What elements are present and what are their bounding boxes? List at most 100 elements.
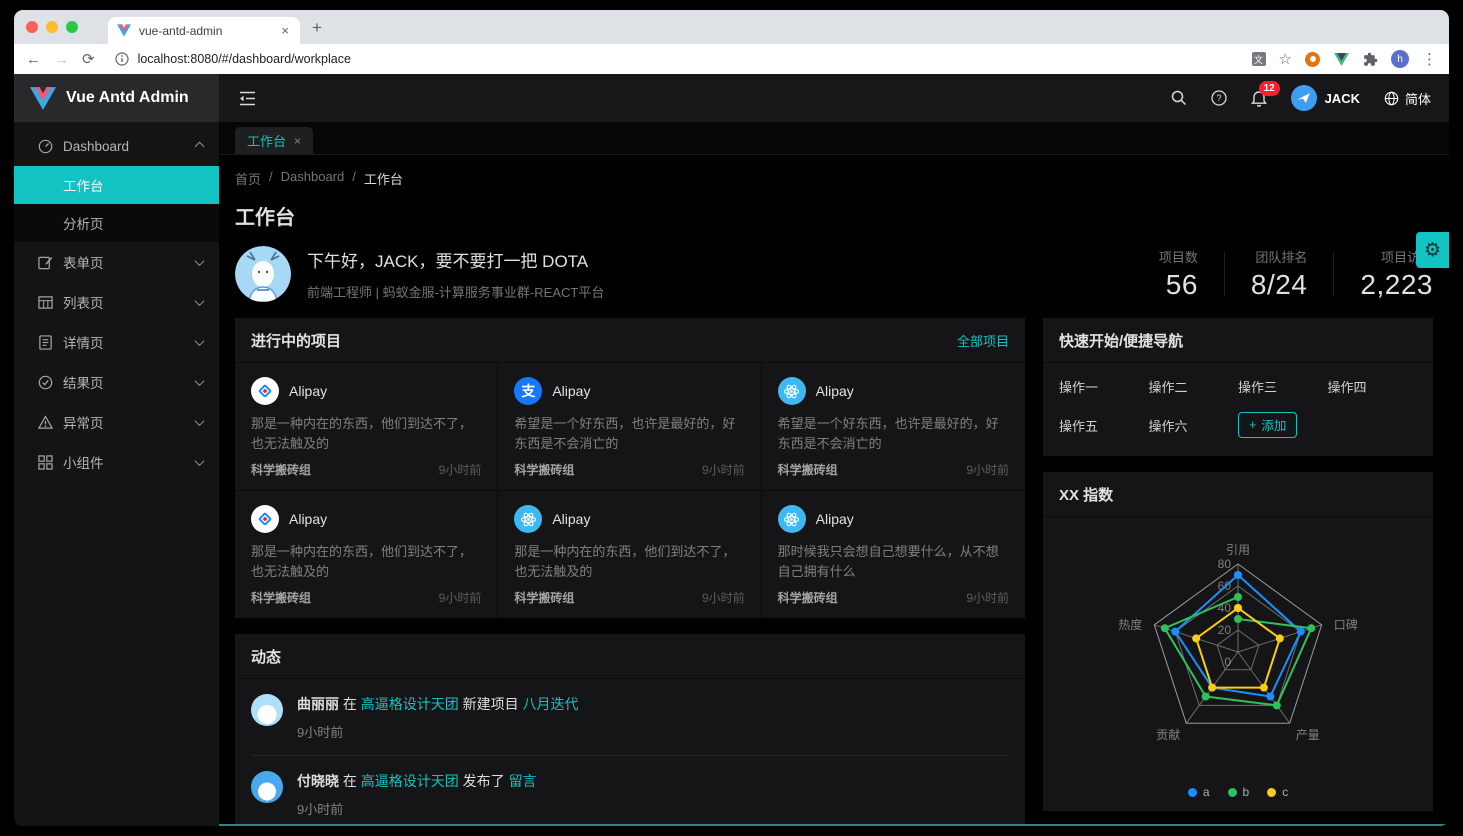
search-icon[interactable] (1171, 90, 1187, 106)
feed-target-link[interactable]: 留言 (509, 773, 537, 789)
vue-favicon (116, 23, 132, 39)
address-bar[interactable]: localhost:8080/#/dashboard/workplace (114, 51, 1239, 67)
extension-icon[interactable] (1305, 52, 1320, 67)
project-desc: 那时候我只会想自己想要什么，从不想自己拥有什么 (778, 542, 1009, 582)
project-title: Alipay (289, 383, 327, 399)
svg-text:口碑: 口碑 (1334, 617, 1358, 632)
vue-devtools-icon[interactable] (1333, 51, 1349, 67)
stat-team-rank: 团队排名 8/24 (1251, 247, 1308, 301)
legend-label: c (1282, 785, 1288, 799)
feed-avatar (251, 771, 283, 803)
user-avatar (1291, 85, 1317, 111)
legend-label: b (1243, 785, 1250, 799)
sidebar-item-list[interactable]: 列表页 (14, 282, 219, 322)
quicknav-link-1[interactable]: 操作一 (1059, 377, 1149, 396)
legend-dot (1267, 788, 1276, 797)
sidebar-item-label: 异常页 (63, 412, 104, 432)
project-group-link[interactable]: 科学搬砖组 (514, 589, 574, 606)
sidebar-item-form[interactable]: 表单页 (14, 242, 219, 282)
browser-tab[interactable]: vue-antd-admin × (108, 17, 300, 44)
add-button-label: 添加 (1261, 415, 1286, 434)
menu-fold-icon[interactable] (239, 91, 256, 106)
atom-logo-icon (778, 505, 806, 533)
project-card[interactable]: Alipay 那是一种内在的东西，他们到达不了，也无法触及的 科学搬砖组 9小时… (498, 491, 761, 618)
new-tab-button[interactable]: + (312, 19, 322, 36)
project-card[interactable]: Alipay 那是一种内在的东西，他们到达不了，也无法触及的 科学搬砖组 9小时… (235, 363, 498, 491)
translate-icon[interactable]: 文 (1252, 52, 1266, 66)
notifications-bell-icon[interactable]: 12 (1251, 90, 1267, 107)
back-icon[interactable]: ← (26, 52, 41, 67)
sidebar-item-widgets[interactable]: 小组件 (14, 442, 219, 482)
chevron-down-icon (195, 256, 205, 266)
quicknav-link-2[interactable]: 操作二 (1149, 377, 1239, 396)
legend-item-c[interactable]: c (1267, 785, 1288, 799)
zoom-window-button[interactable] (66, 21, 78, 33)
project-time: 9小时前 (966, 589, 1009, 606)
sidebar-item-analysis[interactable]: 分析页 (14, 204, 219, 242)
project-group-link[interactable]: 科学搬砖组 (251, 589, 311, 606)
stat-value: 8/24 (1251, 269, 1308, 301)
extensions-puzzle-icon[interactable] (1362, 51, 1378, 67)
minimize-window-button[interactable] (46, 21, 58, 33)
sidebar-item-workplace[interactable]: 工作台 (14, 166, 219, 204)
tab-close-icon[interactable]: × (294, 134, 301, 148)
quicknav-title: 快速开始/便捷导航 (1059, 330, 1183, 351)
project-card[interactable]: Alipay 希望是一个好东西，也许是最好的，好东西是不会消亡的 科学搬砖组 9… (762, 363, 1025, 491)
all-projects-link[interactable]: 全部项目 (957, 331, 1009, 350)
atom-logo-icon (778, 377, 806, 405)
sidebar-item-dashboard[interactable]: Dashboard (14, 126, 219, 166)
language-label: 简体 (1405, 89, 1431, 108)
breadcrumb-home[interactable]: 首页 (235, 169, 261, 188)
quicknav-link-4[interactable]: 操作四 (1328, 377, 1418, 396)
feed-group-link[interactable]: 高逼格设计天团 (361, 773, 459, 789)
app-logo[interactable]: Vue Antd Admin (14, 74, 219, 122)
add-button[interactable]: + 添加 (1238, 412, 1297, 438)
tab-close-icon[interactable]: × (278, 23, 292, 38)
breadcrumb-dashboard[interactable]: Dashboard (281, 169, 345, 188)
project-card[interactable]: Alipay 那是一种内在的东西，他们到达不了，也无法触及的 科学搬砖组 9小时… (235, 491, 498, 618)
app-root: Vue Antd Admin ? 12 JACK (14, 74, 1449, 826)
quicknav-link-6[interactable]: 操作六 (1149, 416, 1239, 435)
svg-text:?: ? (1216, 93, 1221, 103)
site-info-icon[interactable] (114, 51, 130, 67)
sidebar-item-label: 列表页 (63, 292, 104, 312)
browser-profile-avatar[interactable]: h (1391, 50, 1409, 68)
window-controls (14, 21, 92, 33)
project-card[interactable]: 支 Alipay 希望是一个好东西，也许是最好的，好东西是不会消亡的 科学搬砖组… (498, 363, 761, 491)
project-desc: 那是一种内在的东西，他们到达不了，也无法触及的 (251, 542, 481, 582)
project-group-link[interactable]: 科学搬砖组 (778, 589, 838, 606)
legend-item-b[interactable]: b (1228, 785, 1250, 799)
feed-group-link[interactable]: 高逼格设计天团 (361, 696, 459, 712)
help-icon[interactable]: ? (1211, 90, 1227, 106)
project-group-link[interactable]: 科学搬砖组 (251, 461, 311, 478)
activity-panel-title: 动态 (251, 646, 281, 667)
project-card[interactable]: Alipay 那时候我只会想自己想要什么，从不想自己拥有什么 科学搬砖组 9小时… (762, 491, 1025, 618)
settings-gear-button[interactable]: ⚙ (1416, 232, 1449, 268)
app-title: Vue Antd Admin (66, 89, 189, 107)
feed-user[interactable]: 曲丽丽 (297, 696, 339, 712)
quicknav-link-3[interactable]: 操作三 (1238, 377, 1328, 396)
sidebar-item-detail[interactable]: 详情页 (14, 322, 219, 362)
project-group-link[interactable]: 科学搬砖组 (778, 461, 838, 478)
legend-item-a[interactable]: a (1188, 785, 1210, 799)
project-group-link[interactable]: 科学搬砖组 (514, 461, 574, 478)
sidebar-item-exception[interactable]: 异常页 (14, 402, 219, 442)
user-menu[interactable]: JACK (1291, 85, 1360, 111)
language-switcher[interactable]: 简体 (1384, 89, 1431, 108)
dashboard-icon (38, 139, 53, 154)
project-desc: 希望是一个好东西，也许是最好的，好东西是不会消亡的 (778, 414, 1009, 454)
project-time: 9小时前 (702, 589, 745, 606)
feed-target-link[interactable]: 八月迭代 (523, 696, 579, 712)
page-content: 首页 / Dashboard / 工作台 工作台 下午好，JACK，要不要打一把… (219, 155, 1449, 826)
chevron-down-icon (195, 376, 205, 386)
close-window-button[interactable] (26, 21, 38, 33)
browser-menu-icon[interactable]: ⋮ (1422, 52, 1437, 67)
page-tab-workplace[interactable]: 工作台 × (235, 127, 313, 154)
feed-item: 付晓晓 在 高逼格设计天团 发布了 留言 9小时前 (251, 756, 1009, 826)
bookmark-star-icon[interactable]: ☆ (1279, 52, 1292, 67)
sidebar-item-result[interactable]: 结果页 (14, 362, 219, 402)
feed-user[interactable]: 付晓晓 (297, 773, 339, 789)
feed-text: 在 (343, 696, 357, 712)
quicknav-link-5[interactable]: 操作五 (1059, 416, 1149, 435)
reload-icon[interactable]: ⟳ (82, 52, 95, 67)
